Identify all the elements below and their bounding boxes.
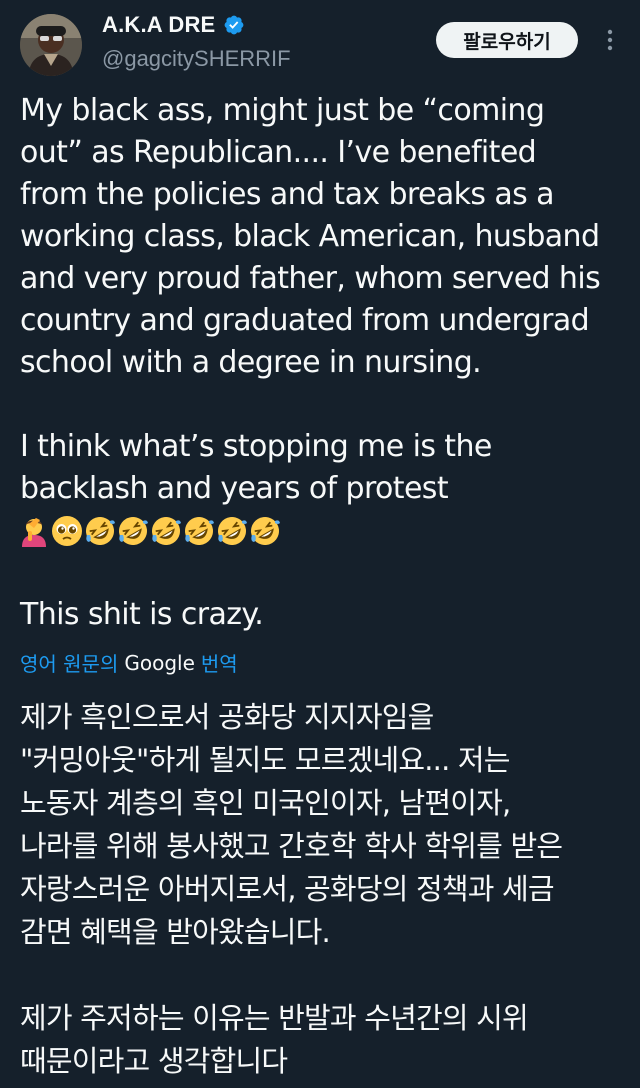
- translate-attribution[interactable]: 영어 원문의 Google 번역: [20, 648, 238, 677]
- tweet-paragraph: I think what’s stopping me is the backla…: [20, 429, 492, 506]
- tweet-text: My black ass, might just be “coming out”…: [20, 90, 624, 636]
- avatar[interactable]: [20, 14, 82, 76]
- emoji-row: [18, 510, 624, 552]
- more-vertical-icon[interactable]: [598, 26, 622, 54]
- rolling-on-floor-laughing-icon: [119, 517, 148, 545]
- author-display-name[interactable]: A.K.A DRE: [102, 12, 215, 38]
- tweet-paragraph: This shit is crazy.: [20, 597, 264, 632]
- translation-paragraph: 제가 주저하는 이유는 반발과 수년간의 시위 때문이라고 생각합니다: [20, 1001, 529, 1078]
- translate-suffix[interactable]: 번역: [201, 648, 238, 677]
- author-handle[interactable]: @gagcitySHERRIF: [102, 46, 291, 72]
- rolling-on-floor-laughing-icon: [218, 517, 247, 545]
- google-label: Google: [124, 650, 195, 675]
- pleading-face-icon: [52, 516, 82, 546]
- person-facepalming-icon: [22, 518, 46, 547]
- author-name-row[interactable]: A.K.A DRE: [102, 12, 245, 38]
- rolling-on-floor-laughing-icon: [152, 517, 181, 545]
- translated-text: 제가 흑인으로서 공화당 지지자임을 "커밍아웃"하게 될지도 모르겠네요...…: [20, 696, 630, 1083]
- translate-prefix[interactable]: 영어 원문의: [20, 648, 118, 677]
- verified-badge-icon: [225, 15, 244, 35]
- rolling-on-floor-laughing-icon: [86, 517, 115, 545]
- rolling-on-floor-laughing-icon: [251, 517, 280, 545]
- translation-paragraph: 제가 흑인으로서 공화당 지지자임을 "커밍아웃"하게 될지도 모르겠네요...…: [20, 700, 563, 949]
- rolling-on-floor-laughing-icon: [185, 517, 214, 545]
- tweet-header: A.K.A DRE @gagcitySHERRIF 팔로우하기: [0, 0, 640, 88]
- tweet-paragraph: My black ass, might just be “coming out”…: [20, 93, 601, 380]
- follow-button[interactable]: 팔로우하기: [436, 22, 578, 58]
